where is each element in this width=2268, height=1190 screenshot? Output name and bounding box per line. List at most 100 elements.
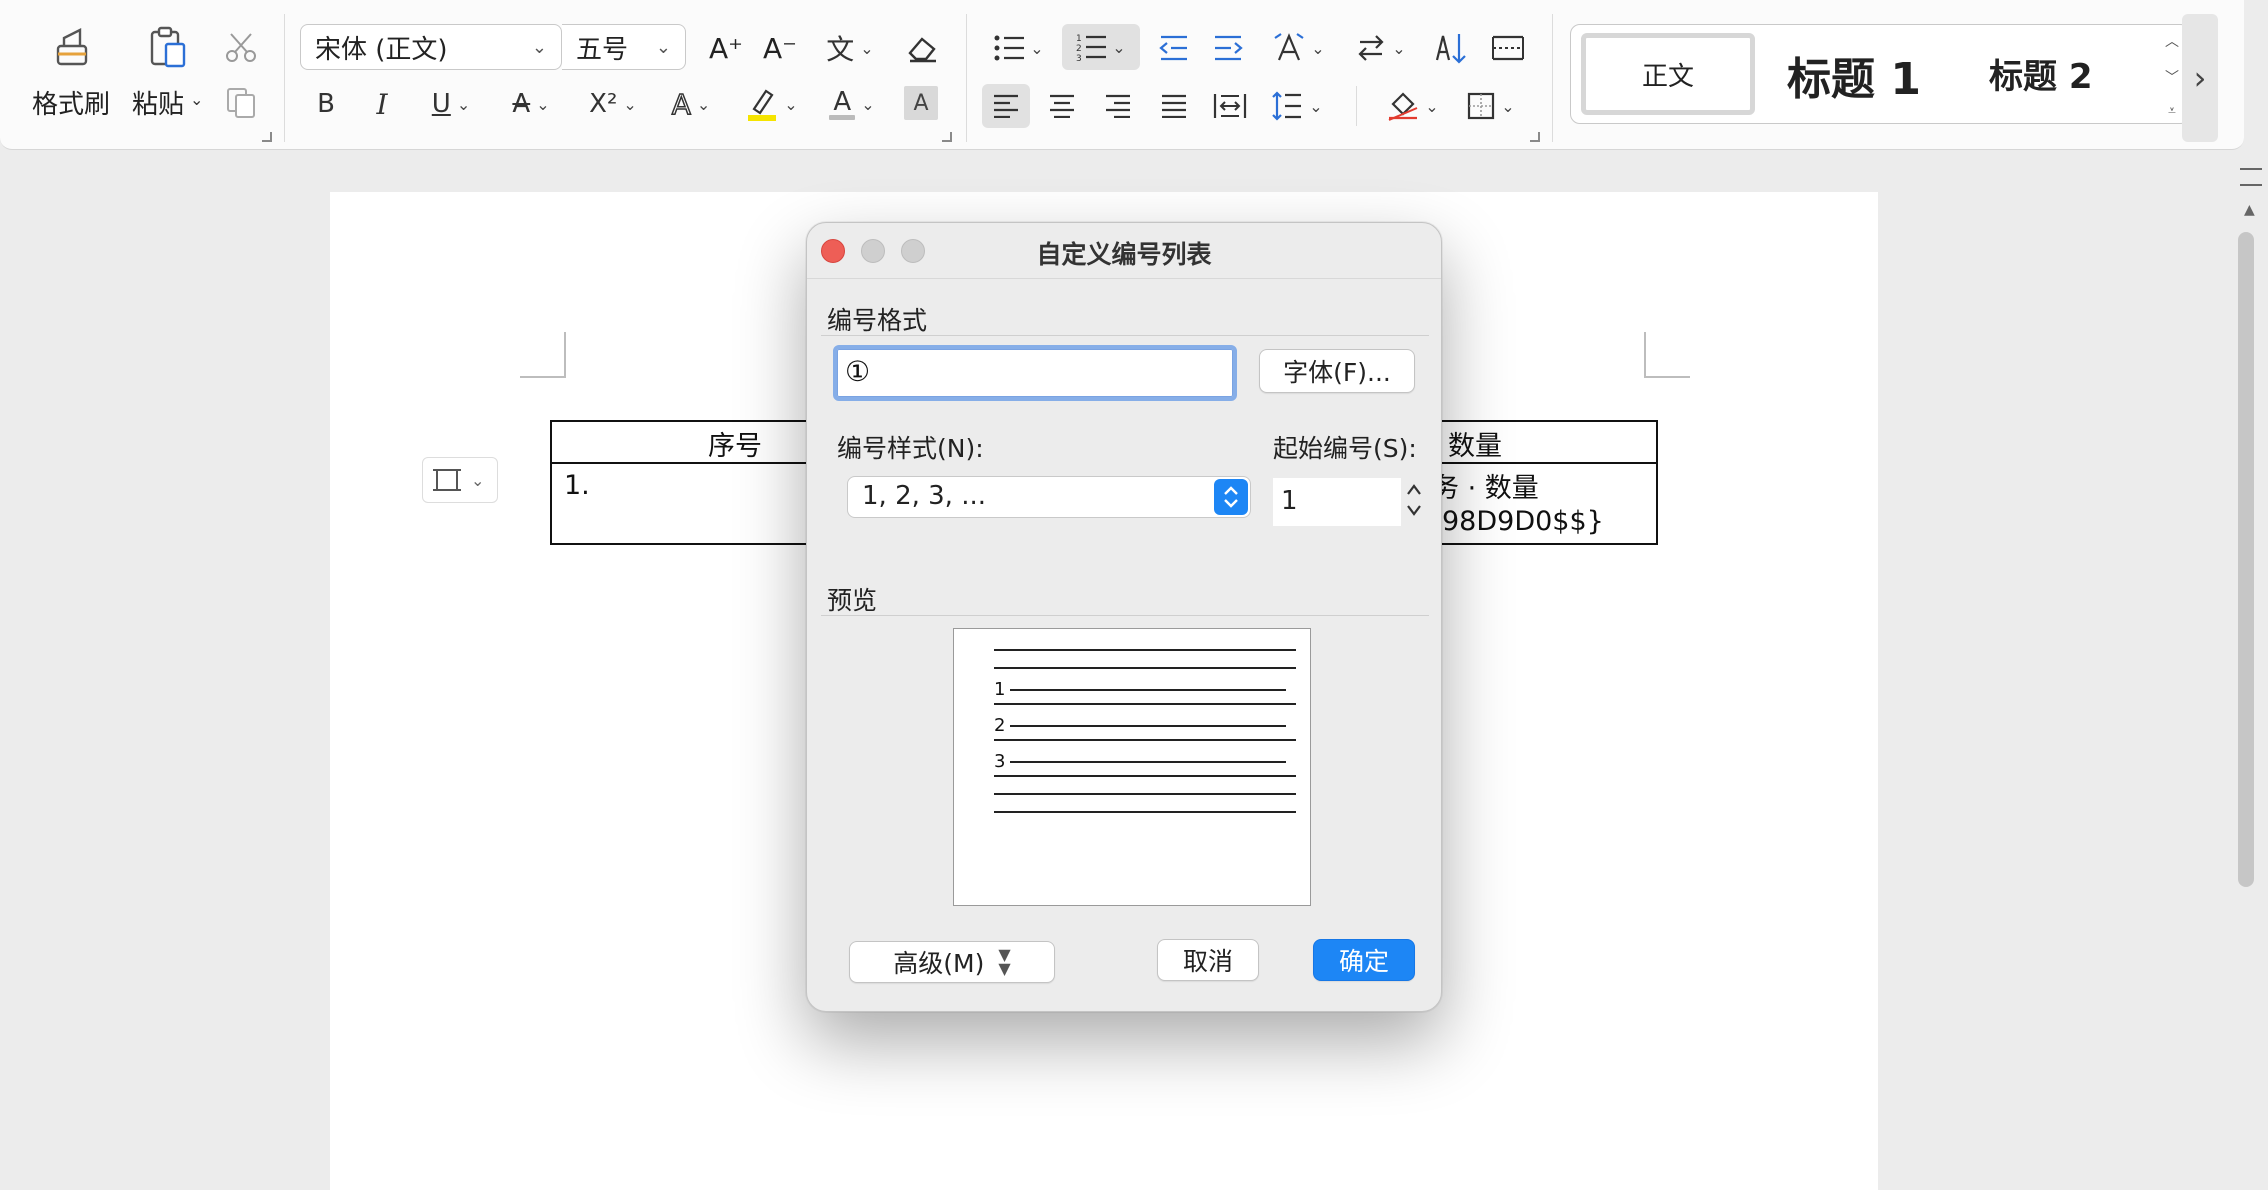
justify-icon [1162, 94, 1186, 118]
style-heading-2[interactable]: 标题 2 [1989, 49, 2093, 98]
highlighter-icon [748, 89, 777, 121]
phonetic-guide-button[interactable]: 文 ⌄ [818, 26, 882, 70]
number-style-select[interactable]: 1, 2, 3, ... [847, 476, 1251, 518]
advanced-button[interactable]: 高级(M) ▼ ▼ [849, 941, 1055, 983]
chevron-down-icon[interactable]: ﹀ [2165, 67, 2179, 87]
chevron-down-icon: ⌄ [1425, 96, 1439, 116]
outdent-icon [1159, 35, 1187, 61]
preview-line [1010, 725, 1286, 727]
vertical-scrollbar-thumb[interactable] [2238, 232, 2254, 887]
chevron-down-icon[interactable]: ⌄ [471, 471, 484, 490]
align-right-button[interactable] [1094, 84, 1142, 128]
cancel-button-label: 取消 [1182, 947, 1233, 976]
svg-text:1: 1 [1076, 34, 1082, 44]
increase-font-button[interactable]: A⁺ [704, 26, 748, 70]
clipboard-launcher-icon[interactable] [262, 132, 272, 142]
copy-button[interactable] [218, 82, 264, 122]
style-heading-1[interactable]: 标题 1 [1787, 43, 1921, 107]
table-move-handle[interactable]: ⌄ [422, 457, 498, 503]
borders-button[interactable]: ⌄ [1460, 84, 1522, 128]
start-at-input[interactable]: 1 [1273, 478, 1401, 526]
paste-dropdown-icon[interactable]: ⌄ [190, 90, 203, 109]
bullets-button[interactable]: ⌄ [990, 26, 1048, 70]
ribbon-scroll-right-button[interactable]: › [2182, 14, 2218, 142]
bold-button[interactable]: B [306, 84, 346, 124]
italic-button[interactable]: I [362, 84, 402, 124]
ok-button[interactable]: 确定 [1313, 939, 1415, 981]
chevron-down-icon: ⌄ [531, 36, 547, 58]
select-arrows-icon [1214, 479, 1248, 515]
preview-line [994, 739, 1296, 741]
highlight-button[interactable]: ⌄ [740, 84, 804, 124]
dialog-titlebar: 自定义编号列表 [807, 223, 1441, 279]
text-direction-button[interactable]: ⌄ [1266, 26, 1332, 70]
chevron-down-icon: ⌄ [623, 94, 637, 114]
numbered-list-icon: 1 2 3 [1076, 34, 1107, 62]
line-spacing-button[interactable]: ⌄ [1264, 84, 1330, 128]
paragraph-direction-button[interactable]: ⌄ [1348, 26, 1414, 70]
format-painter-button[interactable]: 格式刷 [24, 24, 120, 124]
ruler-toggle-icon[interactable] [2240, 168, 2262, 186]
justify-button[interactable] [1150, 84, 1198, 128]
font-button-label: 字体(F)... [1283, 358, 1391, 387]
distributed-icon [1213, 94, 1247, 118]
strikethrough-icon: A [512, 89, 531, 119]
shading-button[interactable]: ⌄ [1382, 84, 1444, 128]
superscript-button[interactable]: X² ⌄ [582, 84, 644, 124]
cancel-button[interactable]: 取消 [1157, 939, 1259, 981]
ribbon-separator [284, 14, 285, 142]
number-format-input[interactable]: ① [833, 345, 1237, 401]
section-divider [821, 335, 1429, 336]
align-left-button[interactable] [982, 84, 1030, 128]
font-launcher-icon[interactable] [942, 132, 952, 142]
chevron-down-icon: ⌄ [1311, 38, 1325, 58]
number-style-value: 1, 2, 3, ... [862, 481, 987, 511]
table-header-cell[interactable]: 序号 [708, 424, 762, 463]
preview-line [994, 793, 1296, 795]
expand-gallery-icon[interactable]: ⩡ [2168, 103, 2176, 119]
scroll-up-arrow-icon[interactable]: ▲ [2244, 202, 2255, 218]
double-chevron-down-icon: ▼ ▼ [998, 945, 1011, 978]
distributed-button[interactable] [1206, 84, 1254, 128]
font-color-button[interactable]: A ⌄ [820, 84, 884, 124]
font-size-select[interactable]: 五号 ⌄ [562, 24, 686, 70]
preview-line [994, 667, 1296, 669]
chevron-right-icon: › [2193, 59, 2207, 97]
preview-line [994, 775, 1296, 777]
decrease-indent-button[interactable] [1152, 26, 1196, 70]
underline-button[interactable]: U ⌄ [420, 84, 482, 124]
text-effects-button[interactable]: A ⌄ [660, 84, 722, 124]
paste-button[interactable]: 粘贴 ⌄ [128, 24, 208, 124]
ribbon-separator [966, 14, 967, 142]
table-cell[interactable]: 1. [564, 470, 590, 501]
italic-icon: I [376, 87, 388, 121]
character-shading-button[interactable]: A [904, 86, 938, 120]
table-cell[interactable]: 务 · 数量 [1432, 466, 1539, 505]
chevron-up-icon[interactable]: ︿ [2165, 31, 2179, 51]
align-center-button[interactable] [1038, 84, 1086, 128]
increase-indent-button[interactable] [1206, 26, 1250, 70]
increase-font-icon: A⁺ [709, 31, 743, 65]
paste-label: 粘贴 [132, 90, 185, 120]
font-name-select[interactable]: 宋体 (正文) ⌄ [300, 24, 562, 70]
font-button[interactable]: 字体(F)... [1259, 349, 1415, 393]
preview-line [994, 811, 1296, 813]
show-formatting-button[interactable] [1486, 26, 1530, 70]
start-at-stepper[interactable] [1399, 478, 1429, 522]
clear-formatting-button[interactable] [900, 26, 946, 70]
table-header-cell[interactable]: 数量 [1448, 424, 1502, 463]
underline-icon: U [431, 89, 451, 119]
ok-button-label: 确定 [1338, 947, 1389, 976]
character-shading-icon: A [913, 90, 929, 116]
paragraph-launcher-icon[interactable] [1530, 132, 1540, 142]
strikethrough-button[interactable]: A ⌄ [500, 84, 562, 124]
table-cell[interactable]: 98D9D0$$} [1442, 506, 1604, 537]
style-normal[interactable]: 正文 [1581, 33, 1755, 115]
decrease-font-button[interactable]: A⁻ [758, 26, 802, 70]
paste-icon [150, 26, 186, 68]
chevron-down-icon: ⌄ [696, 94, 711, 114]
sort-button[interactable] [1430, 26, 1474, 70]
cut-button[interactable] [218, 28, 264, 68]
styles-scroll: ︿ ﹀ ⩡ [2163, 31, 2181, 119]
numbering-button[interactable]: 1 2 3 ⌄ [1062, 24, 1140, 70]
